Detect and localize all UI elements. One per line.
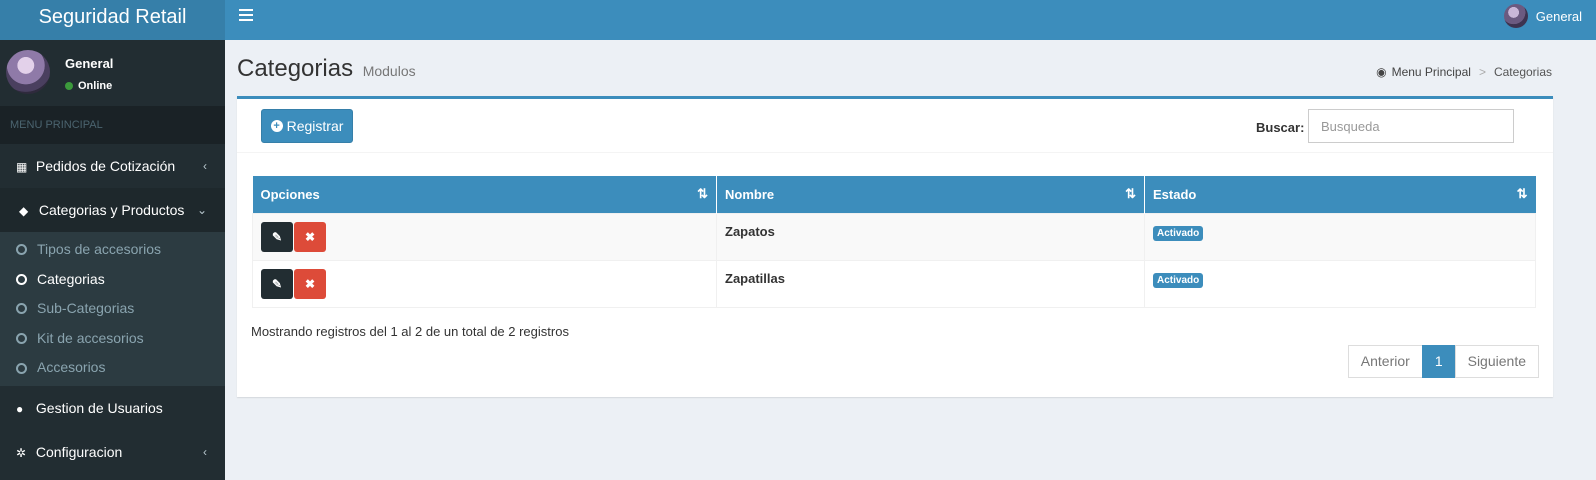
breadcrumb-current: Categorias xyxy=(1493,65,1552,79)
sidebar-item-label: Pedidos de Cotización xyxy=(35,158,176,174)
circle-icon xyxy=(16,303,27,315)
table-row: ✎ ✖ Zapatos Activado xyxy=(252,212,1536,261)
close-icon: ✖ xyxy=(304,229,316,244)
sort-icon: ⇅ xyxy=(1125,186,1136,201)
register-button-label: Registrar xyxy=(286,118,344,134)
sidebar-treeview: Tipos de accesorios Categorias Sub-Categ… xyxy=(0,232,225,386)
column-header-label: Estado xyxy=(1153,186,1197,202)
search-label: Buscar: xyxy=(1256,120,1305,135)
user-menu[interactable]: General xyxy=(1503,4,1582,28)
top-navbar: General xyxy=(225,0,1596,40)
breadcrumb-home[interactable]: Menu Principal xyxy=(1392,65,1471,79)
column-header-estado[interactable]: Estado ⇅ xyxy=(1144,176,1536,213)
edit-button[interactable]: ✎ xyxy=(261,268,293,299)
pagination-next[interactable]: Siguiente xyxy=(1454,345,1539,378)
status-badge: Activado xyxy=(1153,225,1204,241)
sidebar-item-pedidos[interactable]: ▦ Pedidos de Cotización ‹ xyxy=(0,144,225,188)
status-badge: Activado xyxy=(1153,272,1204,288)
sidebar-subitem-label: Accesorios xyxy=(37,359,106,376)
sidebar-subitem-sub-categorias[interactable]: Sub-Categorias xyxy=(0,294,225,324)
search-input[interactable] xyxy=(1308,109,1514,143)
delete-button[interactable]: ✖ xyxy=(294,221,326,252)
sidebar-item-configuracion[interactable]: ✲ Configuracion ‹ xyxy=(0,430,225,474)
pencil-icon: ✎ xyxy=(271,276,283,291)
chevron-left-icon: ‹ xyxy=(203,444,207,459)
name-cell: Zapatillas xyxy=(716,259,1145,308)
status-cell: Activado xyxy=(1144,259,1536,308)
user-status-text: Online xyxy=(78,80,113,92)
sidebar-subitem-label: Kit de accesorios xyxy=(37,329,144,346)
pagination-page-1[interactable]: 1 xyxy=(1421,345,1456,378)
sidebar-subitem-categorias[interactable]: Categorias xyxy=(0,265,225,295)
chevron-down-icon: ⌄ xyxy=(196,203,207,217)
sidebar-toggle-icon[interactable] xyxy=(239,9,253,23)
pagination-prev[interactable]: Anterior xyxy=(1347,345,1423,378)
user-panel: General Online xyxy=(0,40,225,106)
avatar xyxy=(6,50,50,94)
chevron-left-icon: ‹ xyxy=(203,159,207,173)
page-title: Categorias xyxy=(237,55,354,82)
circle-icon xyxy=(16,362,27,374)
options-cell: ✎ ✖ xyxy=(252,212,717,261)
breadcrumb-separator: > xyxy=(1478,65,1486,79)
edit-button[interactable]: ✎ xyxy=(261,221,293,252)
categories-box: + Registrar Buscar: Opciones ⇅ Nombre ⇅ … xyxy=(237,96,1553,397)
user-status: Online xyxy=(65,80,112,92)
sidebar-item-label: Configuracion xyxy=(35,443,123,460)
page-subtitle: Modulos xyxy=(362,63,416,79)
sidebar-subitem-label: Sub-Categorias xyxy=(37,300,135,317)
sidebar-item-categorias-productos[interactable]: ◆ Categorias y Productos ⌄ xyxy=(0,188,225,232)
delete-button[interactable]: ✖ xyxy=(294,268,326,299)
dashboard-icon: ◉ xyxy=(1376,65,1387,79)
avatar xyxy=(1503,4,1528,28)
sidebar-item-gestion-usuarios[interactable]: ● Gestion de Usuarios xyxy=(0,386,225,430)
sort-icon: ⇅ xyxy=(1516,186,1528,201)
box-toolbar: + Registrar Buscar: xyxy=(237,99,1553,153)
circle-icon xyxy=(16,273,27,285)
user-menu-name: General xyxy=(1535,8,1582,24)
column-header-label: Opciones xyxy=(260,186,320,202)
close-icon: ✖ xyxy=(304,276,316,291)
sidebar-subitem-accesorios[interactable]: Accesorios xyxy=(0,353,225,383)
gear-icon: ✲ xyxy=(16,445,27,460)
categories-table: Opciones ⇅ Nombre ⇅ Estado ⇅ ✎✖ Zapatos xyxy=(252,176,1536,308)
sidebar-subitem-label: Tipos de accesorios xyxy=(37,241,161,257)
pencil-icon: ✎ xyxy=(271,229,283,244)
circle-icon xyxy=(16,333,27,345)
column-header-nombre[interactable]: Nombre ⇅ xyxy=(716,176,1145,213)
sort-icon: ⇅ xyxy=(697,186,708,201)
app-logo[interactable]: Seguridad Retail xyxy=(0,0,225,40)
options-cell: ✎ ✖ xyxy=(252,259,717,308)
sidebar-subitem-tipos-accesorios[interactable]: Tipos de accesorios xyxy=(0,235,225,265)
user-panel-name: General xyxy=(65,56,114,71)
register-button[interactable]: + Registrar xyxy=(261,109,353,143)
table-row: ✎ ✖ Zapatillas Activado xyxy=(252,259,1536,308)
column-header-opciones[interactable]: Opciones ⇅ xyxy=(252,176,717,213)
sidebar-item-label: Categorias y Productos xyxy=(38,202,185,218)
table-info: Mostrando registros del 1 al 2 de un tot… xyxy=(251,324,569,339)
online-dot-icon xyxy=(65,82,73,90)
sidebar: General Online MENU PRINCIPAL ▦ Pedidos … xyxy=(0,40,225,480)
breadcrumb: ◉ Menu Principal > Categorias xyxy=(1376,65,1552,79)
user-icon: ● xyxy=(16,401,24,416)
circle-icon xyxy=(16,244,27,256)
content-header: Categorias Modulos ◉ Menu Principal > Ca… xyxy=(237,55,1556,85)
column-header-label: Nombre xyxy=(725,186,775,202)
sidebar-subitem-kit-accesorios[interactable]: Kit de accesorios xyxy=(0,324,225,354)
status-cell: Activado xyxy=(1144,212,1536,261)
pagination: Anterior 1 Siguiente xyxy=(1347,345,1539,378)
name-cell: Zapatos xyxy=(716,212,1145,261)
menu-header: MENU PRINCIPAL xyxy=(0,106,225,144)
table-icon: ▦ xyxy=(16,160,28,174)
sidebar-item-label: Gestion de Usuarios xyxy=(35,399,163,416)
sidebar-subitem-label: Categorias xyxy=(37,270,105,287)
cube-icon: ◆ xyxy=(19,204,29,218)
plus-circle-icon: + xyxy=(270,120,283,132)
